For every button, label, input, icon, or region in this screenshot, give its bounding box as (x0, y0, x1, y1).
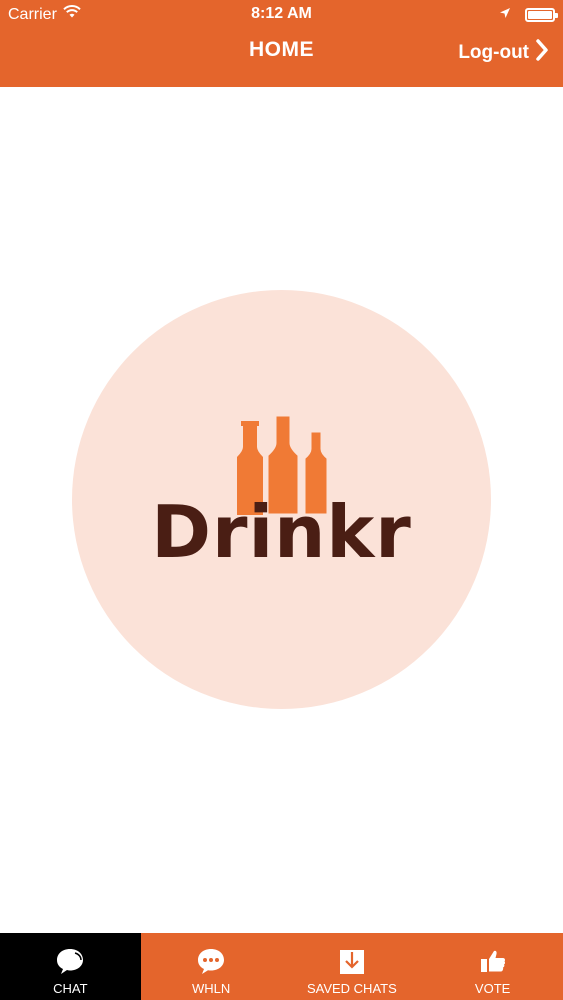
tab-label: CHAT (53, 981, 88, 996)
tab-whln[interactable]: WHLN (141, 933, 282, 1000)
status-bar: Carrier 8:12 AM (0, 0, 563, 30)
speech-dots-icon (196, 941, 226, 981)
logout-label: Log-out (458, 42, 529, 63)
download-box-icon (338, 941, 366, 981)
tab-label: SAVED CHATS (306, 981, 397, 996)
tab-chat[interactable]: CHAT (0, 933, 141, 1000)
chat-bubble-icon (55, 941, 85, 981)
logo-wordmark: Drinkr (151, 490, 412, 574)
chevron-right-icon (535, 38, 549, 68)
tab-saved-chats[interactable]: SAVED CHATS (282, 933, 423, 1000)
status-time: 8:12 AM (251, 5, 312, 22)
tab-label: WHLN (191, 981, 231, 996)
status-right (499, 6, 558, 24)
tab-label: VOTE (474, 981, 511, 996)
thumbs-up-icon (479, 941, 507, 981)
battery-icon (525, 8, 558, 22)
navigation-bar: Carrier 8:12 AM HOME Log-out (0, 0, 563, 87)
tab-vote[interactable]: VOTE (422, 933, 563, 1000)
tab-bar: CHAT WHLN SAVED CHATS VOTE (0, 933, 563, 1000)
location-arrow-icon (499, 6, 511, 24)
home-content: Drinkr (0, 87, 563, 933)
logout-button[interactable]: Log-out (458, 38, 549, 68)
app-logo: Drinkr (72, 290, 491, 709)
